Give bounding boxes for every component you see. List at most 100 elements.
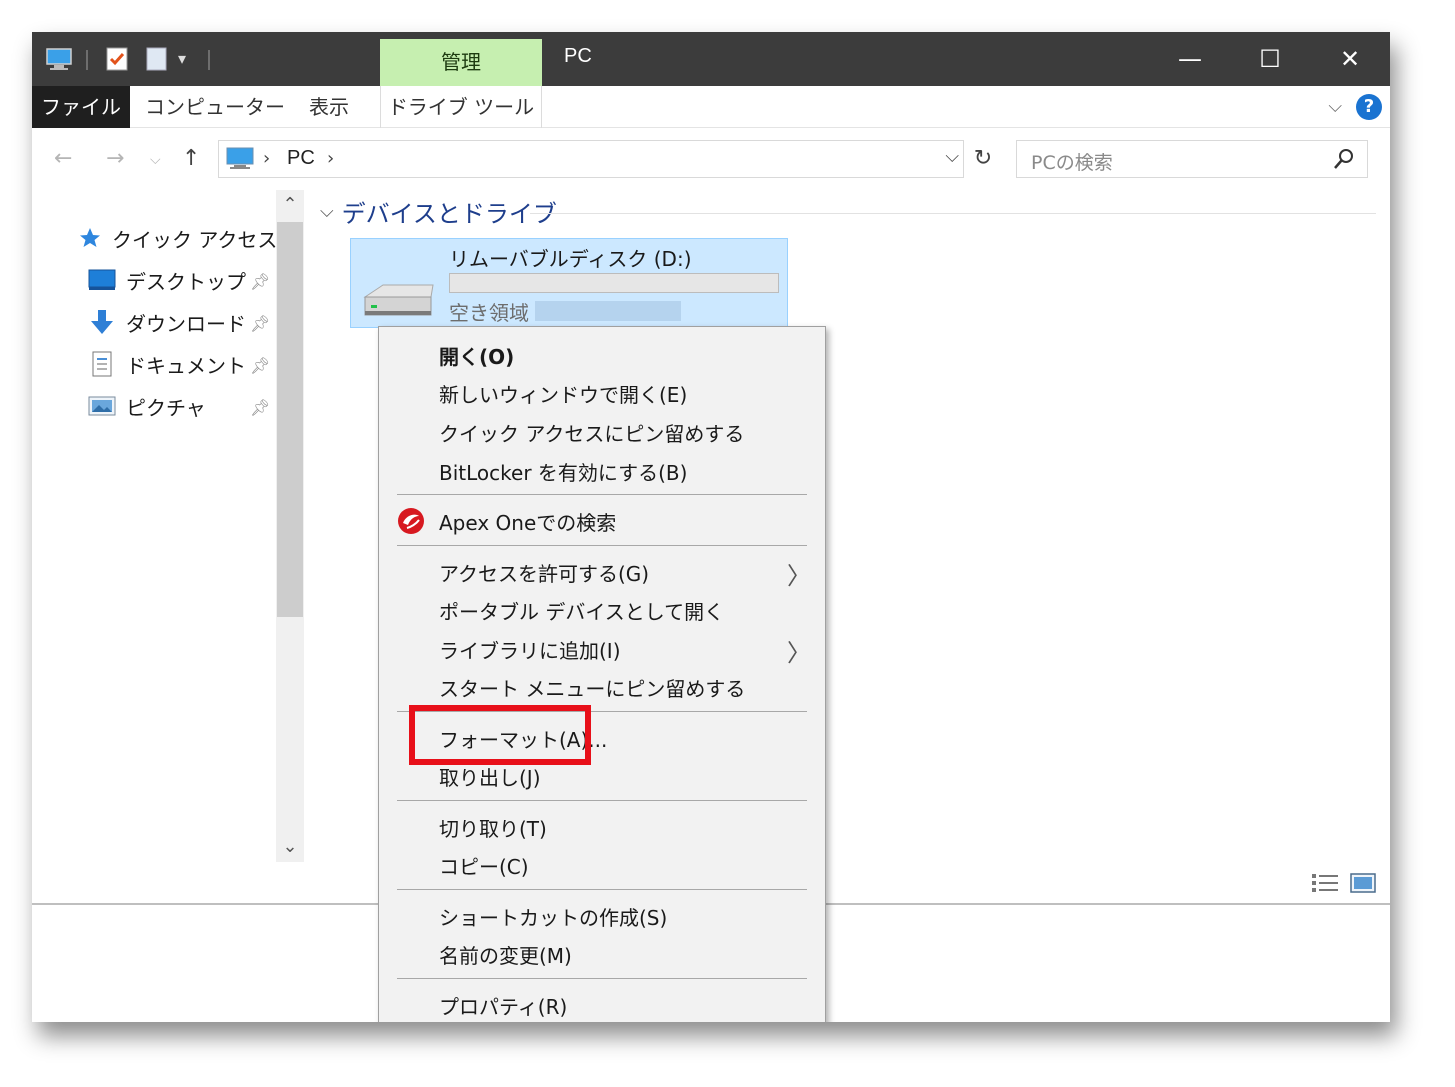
new-folder-icon[interactable] xyxy=(144,46,170,72)
pin-icon[interactable]: 📌︎ xyxy=(250,314,270,333)
download-icon xyxy=(91,310,113,334)
nav-label: クイック アクセス xyxy=(112,227,278,252)
menu-item-label: Apex Oneでの検索 xyxy=(439,511,617,535)
group-header-devices[interactable]: ⌵ デバイスとドライブ xyxy=(320,194,557,229)
menu-item-label: 切り取り(T) xyxy=(439,817,547,841)
menu-item-label: BitLocker を有効にする(B) xyxy=(439,461,688,485)
computer-icon[interactable] xyxy=(46,46,72,72)
menu-item-cut[interactable]: 切り取り(T) xyxy=(379,807,825,845)
menu-item-label: プロパティ(R) xyxy=(439,995,568,1019)
nav-scrollbar[interactable]: ⌃ ⌄ xyxy=(276,190,304,862)
menu-item-add-to-library[interactable]: ライブラリに追加(I) 〉 xyxy=(379,629,825,667)
ribbon-collapse-icon[interactable]: ⌵ xyxy=(1328,96,1342,117)
menu-item-open-new-window[interactable]: 新しいウィンドウで開く(E) xyxy=(379,373,825,411)
maximize-button[interactable]: ☐ xyxy=(1230,32,1310,86)
menu-separator xyxy=(397,494,807,495)
menu-item-open-portable-device[interactable]: ポータブル デバイスとして開く xyxy=(379,590,825,628)
drive-tile-removable[interactable]: リムーバブルディスク (D:) 空き領域 xyxy=(350,238,788,328)
recent-locations-icon[interactable]: ⌵ xyxy=(150,152,161,168)
nav-documents[interactable]: ドキュメント xyxy=(88,346,246,382)
help-icon[interactable]: ? xyxy=(1356,94,1382,120)
nav-pictures[interactable]: ピクチャ xyxy=(88,388,206,424)
forward-arrow-icon[interactable]: → xyxy=(106,146,124,171)
toolbar-separator xyxy=(208,50,210,70)
nav-label: ダウンロード xyxy=(126,311,246,336)
menu-separator xyxy=(397,889,807,890)
toolbar-separator xyxy=(86,50,88,70)
pc-icon xyxy=(226,147,254,169)
menu-item-pin-quick-access[interactable]: クイック アクセスにピン留めする xyxy=(379,412,825,450)
tab-view[interactable]: 表示 xyxy=(294,86,364,128)
menu-item-open[interactable]: 開く(O) xyxy=(379,335,825,373)
menu-separator xyxy=(397,978,807,979)
refresh-icon[interactable]: ↻ xyxy=(968,140,998,178)
context-tab-manage[interactable]: 管理 xyxy=(380,39,542,86)
tab-drive-tools[interactable]: ドライブ ツール xyxy=(380,86,542,128)
drive-free-label: 空き領域 xyxy=(449,301,529,325)
menu-item-bitlocker[interactable]: BitLocker を有効にする(B) xyxy=(379,451,825,489)
close-button[interactable]: ✕ xyxy=(1310,32,1390,86)
minimize-button[interactable]: — xyxy=(1150,32,1230,86)
document-icon xyxy=(92,351,112,377)
pin-icon[interactable]: 📌︎ xyxy=(250,272,270,291)
menu-item-give-access[interactable]: アクセスを許可する(G) 〉 xyxy=(379,552,825,590)
quick-access-star-icon xyxy=(80,228,100,247)
format-highlight-box xyxy=(409,705,591,765)
menu-item-label: コピー(C) xyxy=(439,855,529,879)
menu-item-label: 取り出し(J) xyxy=(439,766,541,790)
menu-separator xyxy=(397,545,807,546)
tab-file[interactable]: ファイル xyxy=(32,86,130,128)
apex-one-icon xyxy=(398,508,424,534)
menu-item-label: 開く(O) xyxy=(439,345,515,369)
menu-item-label: ショートカットの作成(S) xyxy=(439,906,668,930)
menu-item-rename[interactable]: 名前の変更(M) xyxy=(379,934,825,972)
removable-disk-icon xyxy=(363,284,434,316)
menu-separator xyxy=(397,800,807,801)
address-bar[interactable]: › PC › ⌵ xyxy=(218,140,964,178)
explorer-window: ▾ 管理 PC — ☐ ✕ ファイル コンピューター 表示 ドライブ ツール ⌵… xyxy=(32,32,1390,1022)
desktop-icon xyxy=(88,269,116,290)
title-bar: ▾ 管理 PC — ☐ ✕ xyxy=(32,32,1390,86)
group-collapse-icon[interactable]: ⌵ xyxy=(320,201,334,222)
menu-item-label: クイック アクセスにピン留めする xyxy=(439,422,745,446)
scroll-up-icon[interactable]: ⌃ xyxy=(276,190,304,220)
ribbon-tabs: ファイル コンピューター 表示 ドライブ ツール ⌵ ? xyxy=(32,86,1390,128)
scroll-down-icon[interactable]: ⌄ xyxy=(276,832,304,862)
pin-icon[interactable]: 📌︎ xyxy=(250,356,270,375)
context-menu: 開く(O) 新しいウィンドウで開く(E) クイック アクセスにピン留めする Bi… xyxy=(378,326,826,1022)
search-box[interactable]: PCの検索 xyxy=(1016,140,1368,178)
menu-item-label: アクセスを許可する(G) xyxy=(439,562,650,586)
nav-downloads[interactable]: ダウンロード xyxy=(88,304,246,340)
pictures-icon xyxy=(88,396,116,416)
nav-label: ドキュメント xyxy=(126,353,246,378)
submenu-arrow-icon: 〉 xyxy=(787,639,811,667)
search-icon[interactable] xyxy=(1333,147,1355,171)
menu-item-properties[interactable]: プロパティ(R) xyxy=(379,985,825,1022)
menu-item-apex-one-scan[interactable]: Apex Oneでの検索 xyxy=(379,501,825,539)
menu-item-label: ライブラリに追加(I) xyxy=(439,639,621,663)
nav-label: デスクトップ xyxy=(126,269,246,294)
menu-item-create-shortcut[interactable]: ショートカットの作成(S) xyxy=(379,896,825,934)
up-arrow-icon[interactable]: ↑ xyxy=(182,146,200,171)
breadcrumb-separator-icon[interactable]: › xyxy=(263,148,270,169)
submenu-arrow-icon: 〉 xyxy=(787,562,811,590)
menu-item-label: 名前の変更(M) xyxy=(439,944,572,968)
breadcrumb-separator-icon[interactable]: › xyxy=(327,148,334,169)
customize-toolbar-icon[interactable]: ▾ xyxy=(178,46,204,72)
breadcrumb-pc[interactable]: PC xyxy=(287,147,315,170)
menu-item-pin-start[interactable]: スタート メニューにピン留めする xyxy=(379,667,825,705)
nav-desktop[interactable]: デスクトップ xyxy=(88,262,246,298)
menu-item-label: ポータブル デバイスとして開く xyxy=(439,600,725,624)
properties-icon[interactable] xyxy=(104,46,130,72)
scroll-thumb[interactable] xyxy=(277,222,303,617)
group-divider xyxy=(530,213,1376,214)
large-icons-view-icon[interactable] xyxy=(1350,872,1376,894)
nav-quick-access[interactable]: クイック アクセス xyxy=(78,220,277,256)
menu-item-copy[interactable]: コピー(C) xyxy=(379,845,825,883)
drive-usage-bar xyxy=(449,273,779,293)
tab-computer[interactable]: コンピューター xyxy=(140,86,290,128)
address-dropdown-icon[interactable]: ⌵ xyxy=(945,146,959,167)
details-view-icon[interactable] xyxy=(1310,872,1340,894)
pin-icon[interactable]: 📌︎ xyxy=(250,398,270,417)
back-arrow-icon[interactable]: ← xyxy=(54,146,72,171)
